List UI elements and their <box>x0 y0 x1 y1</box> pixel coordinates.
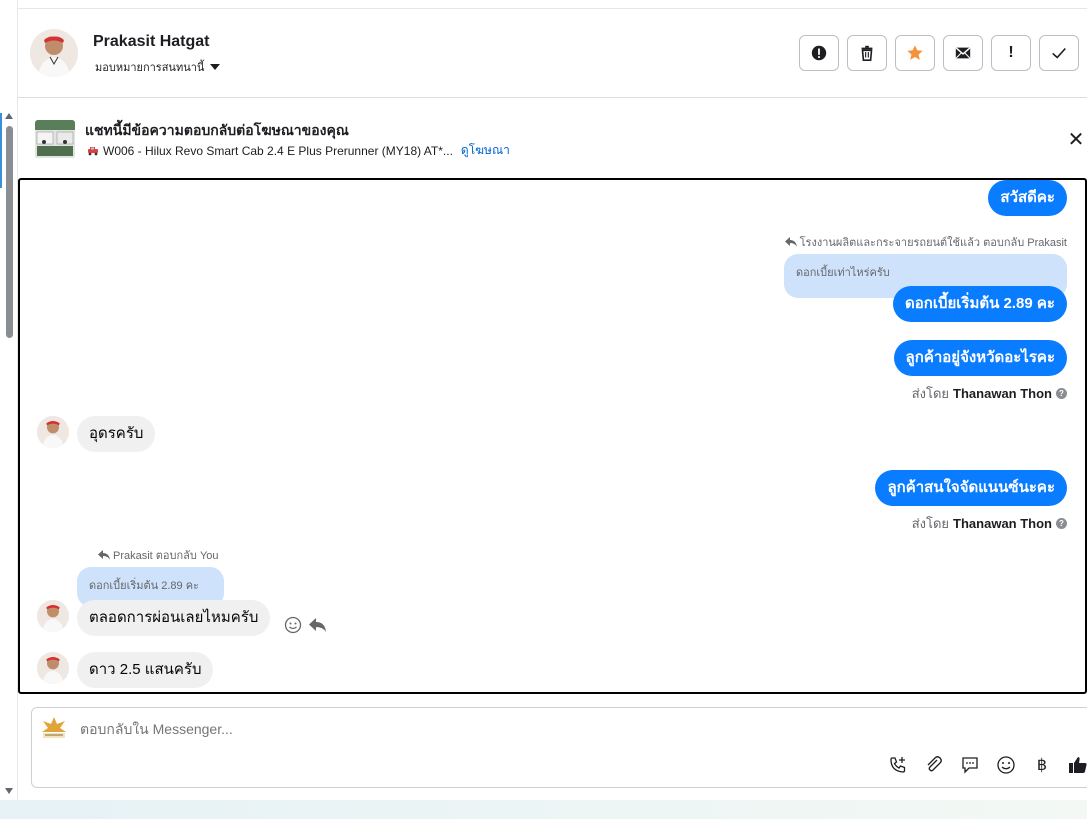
assign-label: มอบหมายการสนทนานี้ <box>95 62 205 74</box>
react-emoji-icon[interactable] <box>284 616 302 634</box>
help-icon[interactable]: ? <box>1056 388 1067 399</box>
mark-unread-button[interactable] <box>943 35 983 71</box>
scroll-down-arrow-icon[interactable] <box>5 788 13 794</box>
message-incoming: ตลอดการผ่อนเลยไหมครับ <box>77 600 271 636</box>
sent-by-label: ส่งโดย Thanawan Thon ? <box>912 383 1067 404</box>
sent-by-label: ส่งโดย Thanawan Thon ? <box>912 513 1067 534</box>
left-scrollbar[interactable] <box>0 0 18 800</box>
checkmark-icon <box>1052 47 1066 59</box>
reply-meta: โรงงานผลิตและกระจายรถยนต์ใช้แล้ว ตอบกลับ… <box>784 233 1067 251</box>
ad-banner-title: แชทนี้มีข้อความตอบกลับต่อโฆษณาของคุณ <box>85 122 349 138</box>
reply-meta-text: โรงงานผลิตและกระจายรถยนต์ใช้แล้ว ตอบกลับ… <box>799 237 1067 249</box>
alert-circle-icon <box>811 45 827 61</box>
page-logo-icon <box>40 715 68 741</box>
mark-done-button[interactable] <box>1039 35 1079 71</box>
envelope-icon <box>955 47 971 59</box>
message-outgoing: ดอกเบี้ยเริ่มต้น 2.89 คะ <box>893 286 1067 322</box>
message-incoming: อุดรครับ <box>77 416 156 452</box>
reply-icon[interactable] <box>308 616 328 634</box>
contact-avatar-small[interactable] <box>37 652 69 684</box>
assign-conversation-dropdown[interactable]: มอบหมายการสนทนานี้ <box>95 58 221 76</box>
thumbs-up-icon[interactable] <box>1067 754 1087 776</box>
caret-down-icon <box>210 64 221 70</box>
contact-avatar-small[interactable] <box>37 600 69 632</box>
emoji-icon[interactable] <box>995 754 1017 776</box>
reply-meta: Prakasit ตอบกลับ You <box>97 546 219 564</box>
scroll-accent <box>0 113 2 188</box>
reply-composer: ฿ <box>31 707 1087 788</box>
trash-icon <box>861 45 873 62</box>
ad-product-name: W006 - Hilux Revo Smart Cab 2.4 E Plus P… <box>103 143 453 158</box>
contact-avatar[interactable] <box>30 29 78 77</box>
scroll-up-arrow-icon[interactable] <box>5 113 13 119</box>
view-ad-link[interactable]: ดูโฆษณา <box>461 141 510 160</box>
message-thread[interactable]: สวัสดีคะ โรงงานผลิตและกระจายรถยนต์ใช้แล้… <box>18 178 1087 694</box>
scroll-thumb[interactable] <box>6 126 13 338</box>
ad-reply-banner: แชทนี้มีข้อความตอบกลับต่อโฆษณาของคุณ W00… <box>18 98 1087 178</box>
sent-by-prefix: ส่งโดย <box>911 386 950 401</box>
exclamation-icon: ! <box>1008 44 1014 61</box>
bottom-background-strip <box>0 800 1087 819</box>
reply-meta-text: Prakasit ตอบกลับ You <box>113 550 219 562</box>
composer-tools: ฿ <box>887 754 1087 776</box>
star-button[interactable] <box>895 35 935 71</box>
baht-icon[interactable]: ฿ <box>1031 754 1053 776</box>
follow-up-button[interactable]: ! <box>991 35 1031 71</box>
delete-button[interactable] <box>847 35 887 71</box>
close-icon[interactable]: ✕ <box>1065 128 1087 151</box>
reply-arrow-icon <box>98 550 110 560</box>
paperclip-icon[interactable] <box>923 754 945 776</box>
sender-name: Thanawan Thon <box>953 386 1052 401</box>
header-actions: ! <box>799 35 1079 71</box>
help-icon[interactable]: ? <box>1056 518 1067 529</box>
reply-arrow-icon <box>784 237 797 247</box>
chat-bubble-icon[interactable] <box>959 754 981 776</box>
ad-thumbnail[interactable] <box>35 120 75 158</box>
contact-name[interactable]: Prakasit Hatgat <box>93 33 210 51</box>
conversation-header: Prakasit Hatgat มอบหมายการสนทนานี้ ! <box>18 9 1087 98</box>
message-input[interactable] <box>80 721 780 737</box>
sent-by-prefix: ส่งโดย <box>911 516 950 531</box>
message-outgoing: สวัสดีคะ <box>988 180 1067 216</box>
sender-name: Thanawan Thon <box>953 516 1052 531</box>
ad-banner-subtitle: W006 - Hilux Revo Smart Cab 2.4 E Plus P… <box>87 141 510 160</box>
message-outgoing: ลูกค้าสนใจจัดแนนซ์นะคะ <box>875 470 1067 506</box>
star-icon <box>907 45 923 60</box>
message-outgoing: ลูกค้าอยู่จังหวัดอะไรคะ <box>893 340 1067 376</box>
report-spam-button[interactable] <box>799 35 839 71</box>
car-icon <box>88 146 98 155</box>
message-incoming: ดาว 2.5 แสนครับ <box>77 652 214 688</box>
contact-avatar-small[interactable] <box>37 416 69 448</box>
phone-plus-icon[interactable] <box>887 754 909 776</box>
